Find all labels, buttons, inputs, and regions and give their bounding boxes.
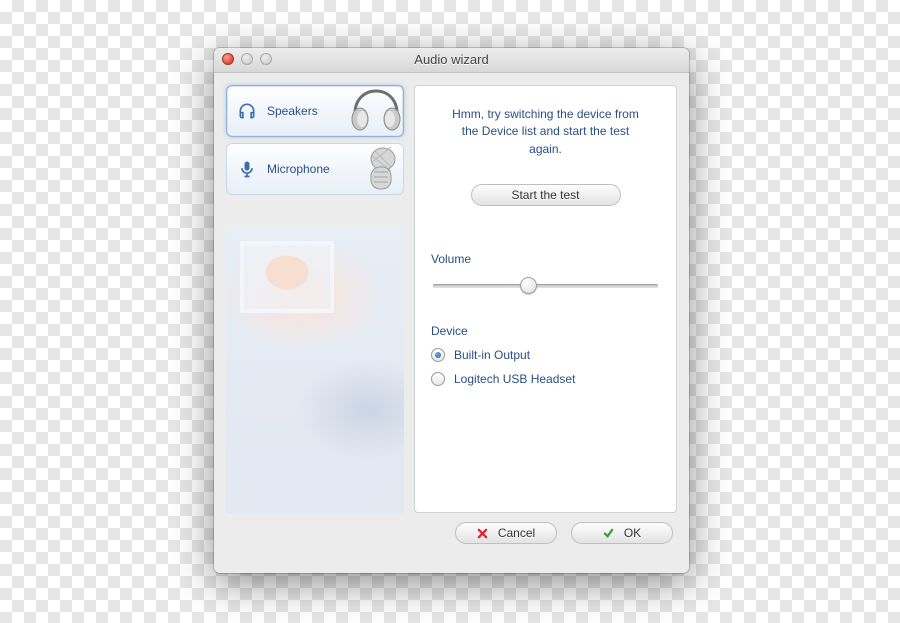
device-option-label: Logitech USB Headset (454, 372, 575, 386)
volume-label: Volume (431, 252, 660, 266)
volume-slider-thumb[interactable] (520, 277, 537, 294)
volume-slider-track (433, 284, 658, 288)
ok-button-label: OK (624, 526, 641, 540)
sidebar-item-speakers[interactable]: Speakers (226, 85, 404, 137)
hint-text: Hmm, try switching the device from the D… (449, 106, 642, 158)
cancel-button-label: Cancel (498, 526, 535, 540)
check-icon (603, 528, 614, 539)
sidebar-item-label: Speakers (267, 104, 318, 118)
radio-icon (431, 348, 445, 362)
device-label: Device (431, 324, 660, 338)
footer: Cancel OK (214, 513, 689, 553)
sidebar-item-microphone[interactable]: Microphone (226, 143, 404, 195)
device-option-logitech[interactable]: Logitech USB Headset (431, 372, 660, 386)
headphones-icon (237, 101, 257, 121)
preview-image (226, 227, 404, 513)
cancel-button[interactable]: Cancel (455, 522, 557, 544)
window-title: Audio wizard (414, 52, 488, 67)
device-option-label: Built-in Output (454, 348, 530, 362)
minimize-window-button (241, 53, 253, 65)
main-panel: Hmm, try switching the device from the D… (414, 85, 677, 513)
ok-button[interactable]: OK (571, 522, 673, 544)
radio-icon (431, 372, 445, 386)
volume-slider[interactable] (433, 276, 658, 294)
titlebar: Audio wizard (214, 48, 689, 73)
x-icon (477, 528, 488, 539)
sidebar: Speakers Microphone (226, 85, 404, 513)
close-window-button[interactable] (222, 53, 234, 65)
start-test-button[interactable]: Start the test (471, 184, 621, 206)
device-option-builtin[interactable]: Built-in Output (431, 348, 660, 362)
window-controls (222, 53, 272, 65)
headphones-illustration (347, 85, 404, 137)
zoom-window-button (260, 53, 272, 65)
audio-wizard-window: Audio wizard Speakers (214, 48, 689, 573)
microphone-icon (237, 159, 257, 179)
microphone-illustration (347, 143, 404, 195)
sidebar-item-label: Microphone (267, 162, 330, 176)
